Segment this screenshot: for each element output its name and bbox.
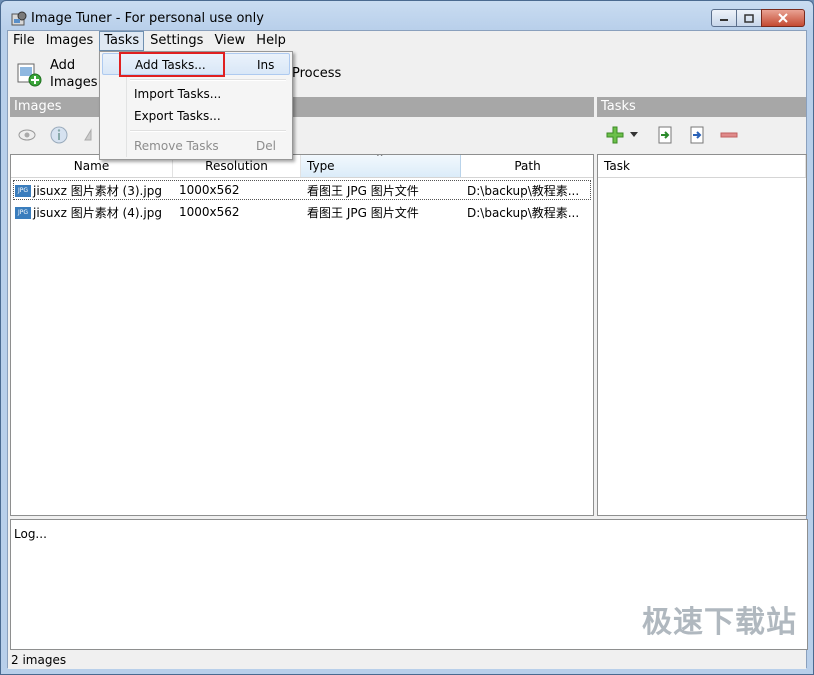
menu-item-import-tasks[interactable]: Import Tasks...: [102, 83, 290, 105]
maximize-button[interactable]: [736, 9, 762, 27]
column-task[interactable]: Task: [598, 155, 806, 177]
status-bar: 2 images: [8, 651, 806, 669]
status-text: 2 images: [11, 653, 67, 667]
rotate-icon: [84, 128, 92, 141]
cell-path: D:\backup\教程素...: [467, 183, 580, 198]
cell-resolution: 1000x562: [179, 205, 240, 219]
images-panel-header: Images: [10, 97, 594, 117]
menu-item-label: Import Tasks...: [134, 87, 222, 101]
cell-resolution: 1000x562: [179, 183, 240, 197]
plus-icon: [606, 126, 624, 144]
menu-bar: File Images Tasks Settings View Help: [8, 31, 806, 51]
tasks-icon-bar: [604, 119, 750, 151]
menu-tasks[interactable]: Tasks: [99, 31, 145, 51]
import-icon: [658, 126, 672, 144]
app-window: Image Tuner - For personal use only File…: [0, 0, 814, 675]
add-task-button[interactable]: [604, 124, 626, 146]
add-images-icon[interactable]: [16, 61, 42, 87]
menu-file[interactable]: File: [8, 31, 40, 51]
eye-icon: [18, 129, 36, 141]
cell-name: JPG jisuxz 图片素材 (3).jpg: [13, 182, 175, 199]
tasks-list[interactable]: Task: [597, 154, 807, 516]
title-bar[interactable]: Image Tuner - For personal use only: [1, 1, 813, 31]
menu-separator: [130, 79, 286, 81]
file-name: jisuxz 图片素材 (3).jpg: [33, 183, 162, 198]
watermark-logo: 极速下载站: [642, 605, 797, 640]
remove-task-button[interactable]: [718, 124, 740, 146]
import-task-button[interactable]: [654, 124, 676, 146]
preview-button[interactable]: [16, 124, 38, 146]
close-button[interactable]: [761, 9, 805, 27]
menu-separator: [130, 130, 286, 132]
menu-item-remove-tasks[interactable]: Remove Tasks Del: [102, 135, 290, 157]
jpg-file-icon: JPG: [15, 185, 31, 197]
process-button[interactable]: Process: [292, 66, 341, 81]
log-text: Log...: [14, 527, 47, 541]
menu-settings[interactable]: Settings: [145, 31, 208, 51]
add-images-button[interactable]: Add Images: [50, 57, 98, 91]
tasks-panel-header: Tasks: [597, 97, 806, 117]
menu-item-export-tasks[interactable]: Export Tasks...: [102, 105, 290, 127]
menu-view[interactable]: View: [209, 31, 250, 51]
menu-item-label: Export Tasks...: [134, 109, 221, 123]
images-icon-bar: [16, 119, 112, 151]
info-icon: [50, 126, 68, 144]
menu-item-shortcut: Ins: [257, 58, 275, 72]
cell-name: JPG jisuxz 图片素材 (4).jpg: [13, 204, 175, 221]
sort-ascending-icon: ^: [376, 154, 384, 163]
images-list[interactable]: Name Resolution ^ Type Path JPG jisuxz 图片…: [10, 154, 594, 516]
file-name: jisuxz 图片素材 (4).jpg: [33, 205, 162, 220]
chevron-down-icon: [630, 132, 638, 137]
add-task-dropdown[interactable]: [628, 124, 640, 146]
table-row[interactable]: JPG jisuxz 图片素材 (4).jpg 1000x562 看图王 JPG …: [13, 202, 591, 222]
minimize-icon: [720, 19, 728, 21]
cell-type: 看图王 JPG 图片文件: [307, 183, 419, 198]
menu-item-label: Remove Tasks: [134, 139, 219, 153]
menu-images[interactable]: Images: [41, 31, 99, 51]
column-path[interactable]: Path: [461, 155, 593, 177]
app-icon: [11, 11, 27, 26]
info-button[interactable]: [48, 124, 70, 146]
annotation-highlight: [119, 52, 225, 77]
jpg-file-icon: JPG: [15, 207, 31, 219]
export-task-button[interactable]: [686, 124, 708, 146]
log-panel[interactable]: Log... 极速下载站: [10, 519, 808, 650]
window-title: Image Tuner - For personal use only: [31, 11, 264, 26]
column-type[interactable]: ^ Type: [301, 155, 461, 177]
window-controls: [711, 9, 805, 27]
minimize-button[interactable]: [711, 9, 737, 27]
tasks-column-header: Task: [598, 155, 806, 178]
table-row[interactable]: JPG jisuxz 图片素材 (3).jpg 1000x562 看图王 JPG …: [13, 180, 591, 200]
cell-path: D:\backup\教程素...: [467, 205, 580, 220]
menu-item-shortcut: Del: [256, 139, 276, 153]
cell-type: 看图王 JPG 图片文件: [307, 205, 419, 220]
export-icon: [690, 126, 704, 144]
minus-icon: [720, 132, 738, 138]
menu-help[interactable]: Help: [251, 31, 291, 51]
column-type-label: Type: [307, 159, 335, 173]
close-icon: [778, 13, 788, 23]
maximize-icon: [744, 13, 754, 23]
